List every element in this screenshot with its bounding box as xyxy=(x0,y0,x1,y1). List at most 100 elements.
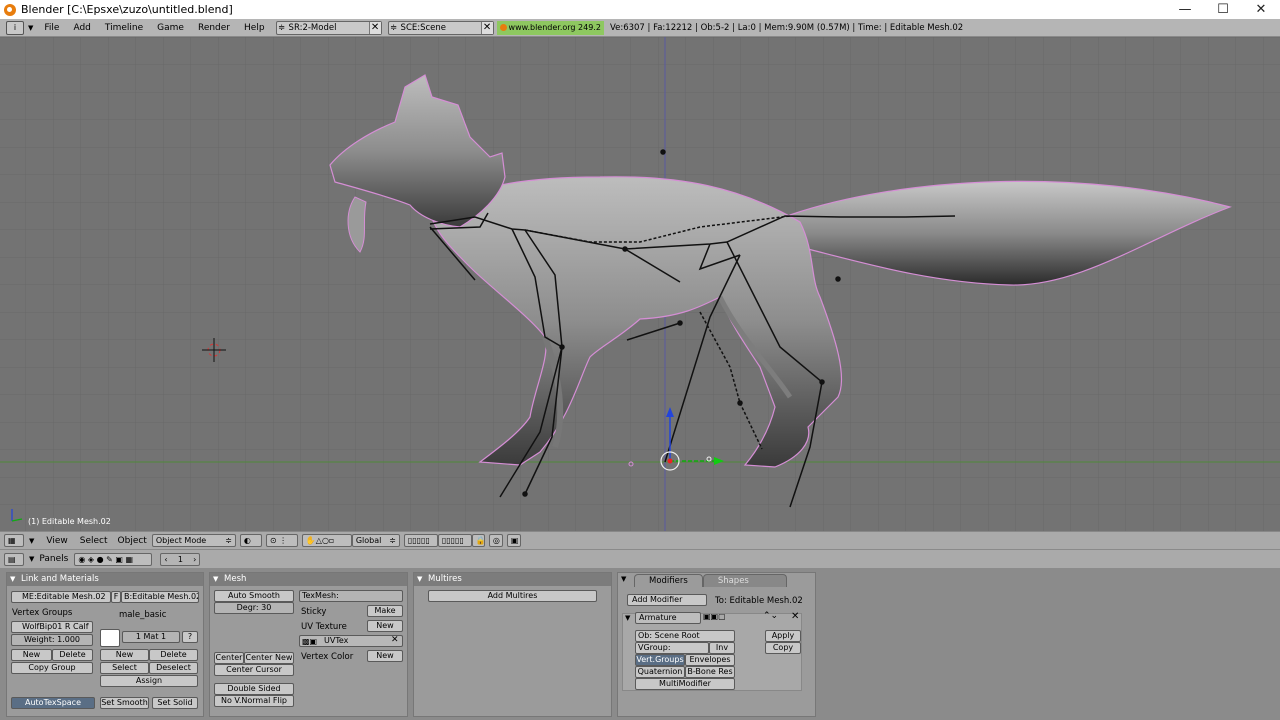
header-collapse-icon[interactable]: ▼ xyxy=(29,537,34,545)
modifier-name-field[interactable]: Armature xyxy=(635,612,701,624)
multimodifier-toggle[interactable]: MultiModifier xyxy=(635,678,735,690)
tab-modifiers[interactable]: Modifiers xyxy=(634,574,703,587)
orientation-label[interactable]: Global xyxy=(356,536,382,545)
manipulator-buttons[interactable]: ✋△○▫ xyxy=(301,534,352,547)
material-color-swatch[interactable] xyxy=(100,629,120,647)
texmesh-field[interactable]: TexMesh: xyxy=(299,590,403,602)
frame-decrement-icon[interactable]: ‹ xyxy=(164,555,167,564)
add-multires-button[interactable]: Add Multires xyxy=(428,590,597,602)
menu-render[interactable]: Render xyxy=(191,19,237,37)
screen-name[interactable]: SR:2-Model xyxy=(287,23,369,33)
scene-name[interactable]: SCE:Scene xyxy=(399,23,481,33)
modifier-move-icons[interactable]: ⌃⌄ xyxy=(763,611,778,621)
material-select-button[interactable]: Select xyxy=(100,662,149,674)
lock-icon[interactable]: 🔒 xyxy=(471,534,486,547)
scene-delete-icon[interactable]: ✕ xyxy=(480,21,493,34)
envelopes-toggle[interactable]: Envelopes xyxy=(685,654,735,666)
buttons-editor-type-icon[interactable]: ▤ xyxy=(4,552,24,566)
material-help-button[interactable]: ? xyxy=(182,631,198,643)
tab-shapes[interactable]: Shapes xyxy=(702,574,787,587)
menu-file[interactable]: File xyxy=(37,19,66,37)
object-datablock-field[interactable]: B:Editable Mesh.02 xyxy=(121,591,199,603)
menu-timeline[interactable]: Timeline xyxy=(98,19,150,37)
center-cursor-button[interactable]: Center Cursor xyxy=(214,664,294,676)
frame-number[interactable]: ‹ 1 › xyxy=(160,552,201,566)
mesh-datablock-field[interactable]: ME:Editable Mesh.02 xyxy=(11,591,111,603)
orientation-selector[interactable]: Global ≑ xyxy=(351,534,400,547)
no-vnormal-flip-toggle[interactable]: No V.Normal Flip xyxy=(214,695,294,707)
set-solid-button[interactable]: Set Solid xyxy=(152,697,198,709)
mode-label[interactable]: Object Mode xyxy=(156,536,206,545)
copy-modifier-button[interactable]: Copy xyxy=(765,642,801,654)
material-delete-button[interactable]: Delete xyxy=(149,649,198,661)
material-new-button[interactable]: New xyxy=(100,649,149,661)
menu-object[interactable]: Object xyxy=(113,532,152,550)
uvtex-delete-icon[interactable]: ✕ xyxy=(391,635,399,645)
uv-layer-icons[interactable]: ▩▣ xyxy=(302,637,317,646)
maximize-button[interactable]: ☐ xyxy=(1204,0,1242,19)
center-new-button[interactable]: Center New xyxy=(244,652,294,664)
panels-collapse-icon[interactable]: ▼ xyxy=(29,555,34,563)
set-smooth-button[interactable]: Set Smooth xyxy=(100,697,149,709)
quaternion-toggle[interactable]: Quaternion xyxy=(635,666,685,678)
mode-selector[interactable]: Object Mode ≑ xyxy=(151,534,236,547)
vgroup-delete-button[interactable]: Delete xyxy=(52,649,93,661)
fake-user-button[interactable]: F xyxy=(111,591,121,603)
menu-select[interactable]: Select xyxy=(75,532,113,550)
screen-delete-icon[interactable]: ✕ xyxy=(368,21,381,34)
scene-selector[interactable]: ≑ SCE:Scene ✕ xyxy=(387,20,494,35)
render-icon[interactable]: ◎ xyxy=(488,534,503,547)
modifier-delete-icon[interactable]: ✕ xyxy=(791,611,799,622)
screen-selector[interactable]: ≑ SR:2-Model ✕ xyxy=(275,20,382,35)
menu-add[interactable]: Add xyxy=(66,19,97,37)
auto-smooth-toggle[interactable]: Auto Smooth xyxy=(214,590,294,602)
close-button[interactable]: ✕ xyxy=(1242,0,1280,19)
uv-texture-new-button[interactable]: New xyxy=(367,620,403,632)
scene-browse-icon[interactable]: ≑ xyxy=(389,23,399,33)
autotexspace-toggle[interactable]: AutoTexSpace xyxy=(11,697,95,709)
layer-buttons-2[interactable]: ▯▯▯▯▯ xyxy=(437,534,472,547)
copy-group-button[interactable]: Copy Group xyxy=(11,662,93,674)
add-modifier-button[interactable]: Add Modifier xyxy=(627,594,707,606)
screen-browse-icon[interactable]: ≑ xyxy=(277,23,287,33)
vertex-group-selector[interactable]: WolfBip01 R Calf xyxy=(11,621,93,633)
menu-help[interactable]: Help xyxy=(237,19,272,37)
frame-value[interactable]: 1 xyxy=(178,555,183,564)
viewport-canvas[interactable] xyxy=(0,37,1280,531)
website-link[interactable]: www.blender.org 249.2 xyxy=(496,20,604,35)
degr-field[interactable]: Degr: 30 xyxy=(214,602,294,614)
material-deselect-button[interactable]: Deselect xyxy=(149,662,198,674)
vert-groups-toggle[interactable]: Vert.Groups xyxy=(635,654,685,666)
sticky-make-button[interactable]: Make xyxy=(367,605,403,617)
bbone-rest-toggle[interactable]: B-Bone Res xyxy=(685,666,735,678)
info-editor-type-icon[interactable]: i xyxy=(6,20,24,35)
menu-view[interactable]: View xyxy=(39,532,74,550)
center-button[interactable]: Center xyxy=(214,652,244,664)
apply-modifier-button[interactable]: Apply xyxy=(765,630,801,642)
vertex-color-new-button[interactable]: New xyxy=(367,650,403,662)
editor-type-icon[interactable]: ▦ xyxy=(4,534,24,547)
material-assign-button[interactable]: Assign xyxy=(100,675,198,687)
mesh-title[interactable]: Mesh xyxy=(210,573,407,586)
double-sided-toggle[interactable]: Double Sided xyxy=(214,683,294,695)
minimize-button[interactable]: — xyxy=(1166,0,1204,19)
menu-collapse-icon[interactable]: ▼ xyxy=(28,24,33,32)
pivot-buttons[interactable]: ⊙ ⋮ xyxy=(265,534,298,547)
vgroup-field[interactable]: VGroup: xyxy=(635,642,709,654)
frame-increment-icon[interactable]: › xyxy=(193,555,196,564)
draw-type-icon[interactable]: ◐ xyxy=(239,534,262,547)
layer-buttons-1[interactable]: ▯▯▯▯▯ xyxy=(403,534,438,547)
modifier-visibility-icons[interactable]: ▣▣▢ xyxy=(703,612,726,621)
modifier-collapse-icon[interactable]: ▼ xyxy=(625,614,630,622)
material-index-field[interactable]: 1 Mat 1 xyxy=(122,631,180,643)
inv-toggle[interactable]: Inv xyxy=(709,642,735,654)
link-materials-title[interactable]: Link and Materials xyxy=(7,573,203,586)
menu-game[interactable]: Game xyxy=(150,19,191,37)
weight-field[interactable]: Weight: 1.000 xyxy=(11,634,93,646)
opengl-render-icon[interactable]: ▣ xyxy=(506,534,521,547)
vgroup-new-button[interactable]: New xyxy=(11,649,52,661)
3d-viewport[interactable]: (1) Editable Mesh.02 xyxy=(0,37,1280,531)
context-buttons[interactable]: ◉ ◈ ● ✎ ▣ ▦ xyxy=(74,552,153,566)
multires-title[interactable]: Multires xyxy=(414,573,611,586)
armature-object-field[interactable]: Ob: Scene Root xyxy=(635,630,735,642)
